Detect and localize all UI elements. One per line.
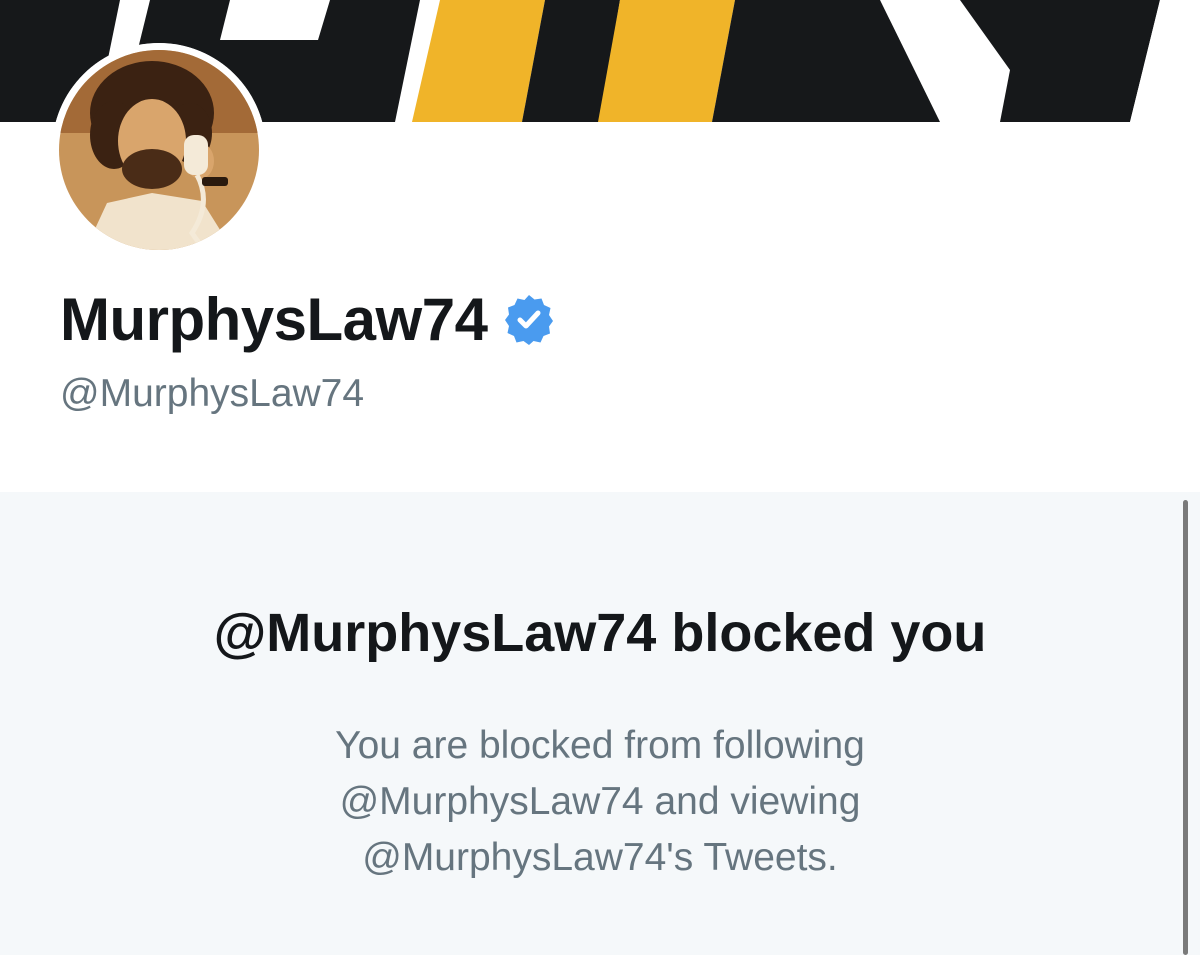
profile-handle: @MurphysLaw74 — [60, 372, 365, 415]
blocked-title: @MurphysLaw74 blocked you — [213, 603, 987, 663]
blocked-description-line: You are blocked from following — [335, 724, 865, 767]
profile-avatar[interactable] — [52, 43, 266, 257]
verified-badge-icon — [503, 293, 555, 345]
display-name: MurphysLaw74 — [60, 284, 555, 354]
scrollbar[interactable] — [1183, 500, 1188, 955]
blocked-description-line: @MurphysLaw74 and viewing — [339, 780, 861, 823]
display-name-text: MurphysLaw74 — [60, 285, 488, 353]
blocked-description-line: @MurphysLaw74's Tweets. — [362, 836, 838, 879]
blocked-description: You are blocked from following @MurphysL… — [250, 718, 950, 886]
profile-photo-man-on-phone — [52, 43, 266, 257]
